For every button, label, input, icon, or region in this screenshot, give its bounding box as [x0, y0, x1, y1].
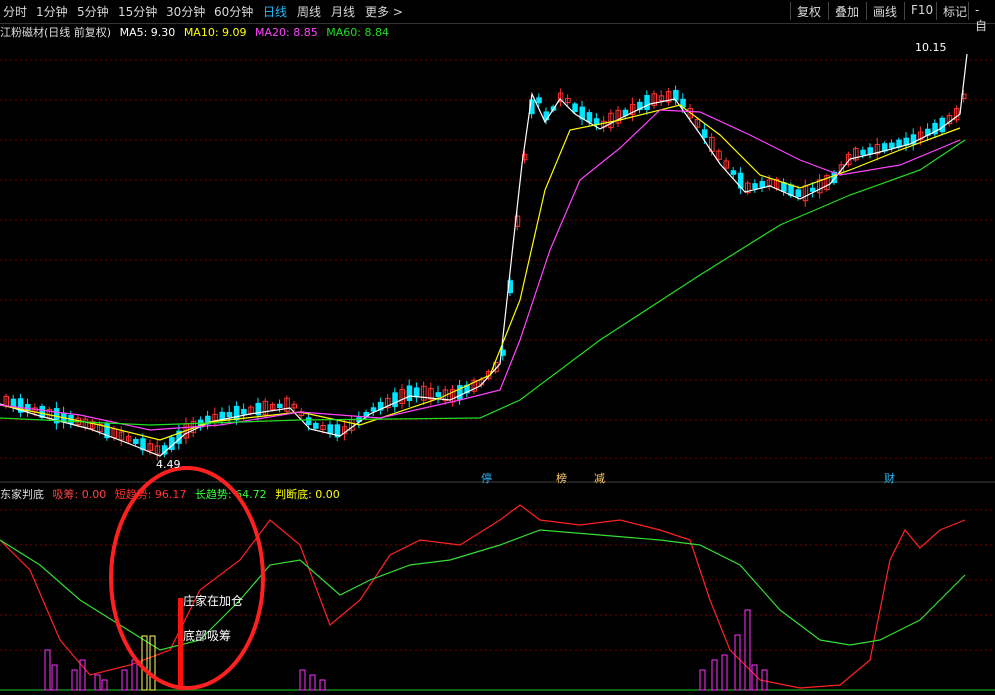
period-tab-more[interactable]: 更多 >: [365, 3, 403, 20]
candle-body: [781, 182, 787, 192]
absorb-bar: [699, 669, 706, 691]
candle-body: [586, 112, 593, 123]
absorb-bar: [94, 674, 101, 691]
candle-body: [939, 117, 945, 133]
candle-body: [305, 417, 312, 425]
candle-body: [435, 392, 441, 398]
candle-body: [413, 387, 420, 398]
candle-body: [701, 129, 708, 138]
event-marker-suspend[interactable]: 停: [481, 470, 492, 486]
absorb-bar: [721, 654, 728, 691]
event-marker-rank[interactable]: 榜: [556, 470, 567, 486]
custom-button[interactable]: -自: [968, 2, 995, 33]
candle-body: [370, 407, 377, 412]
absorb-bar: [121, 669, 128, 691]
long-trend-line: [0, 529, 966, 651]
period-tab-5min[interactable]: 5分钟: [77, 3, 109, 20]
absorb-bar: [309, 674, 316, 691]
candle-body: [795, 189, 801, 198]
period-tab-1min[interactable]: 1分钟: [36, 3, 68, 20]
period-toolbar: 分时 1分钟 5分钟 15分钟 30分钟 60分钟 日线 周线 月线 更多 > …: [0, 0, 995, 33]
period-tab-15min[interactable]: 15分钟: [118, 3, 157, 20]
candle-body: [327, 424, 333, 435]
ma10-line: [0, 104, 961, 441]
period-tab-60min[interactable]: 60分钟: [214, 3, 253, 20]
candle-body: [809, 187, 816, 192]
absorb-bar: [319, 679, 326, 691]
ma20-line: [0, 109, 961, 431]
period-tab-weekly[interactable]: 周线: [297, 3, 321, 20]
candle-body: [593, 118, 600, 126]
adjust-button[interactable]: 复权: [790, 2, 827, 20]
absorb-bar: [299, 669, 306, 691]
absorb-bar: [101, 679, 108, 691]
absorb-bar: [51, 664, 58, 691]
candle-body: [313, 422, 319, 429]
candle-body: [536, 97, 542, 104]
candle-body: [226, 412, 233, 418]
low-price-label: 4.49: [156, 458, 181, 471]
high-price-label: 10.15: [915, 41, 947, 54]
absorb-bar: [711, 659, 718, 691]
event-marker-reduce[interactable]: 减: [594, 470, 605, 486]
candle-body: [233, 405, 240, 421]
candle-body: [572, 103, 578, 113]
candle-body: [241, 408, 247, 415]
chevron-right-icon: >: [392, 5, 403, 19]
more-label: 更多: [365, 5, 390, 19]
period-tab-30min[interactable]: 30分钟: [166, 3, 205, 20]
candle-body: [277, 403, 283, 408]
absorb-bar: [751, 664, 758, 691]
candle-body: [867, 147, 873, 155]
candle-body: [406, 385, 413, 402]
f10-button[interactable]: F10: [904, 2, 939, 20]
overlay-button[interactable]: 叠加: [828, 2, 865, 20]
period-tab-timeshare[interactable]: 分时: [3, 3, 27, 20]
draw-line-button[interactable]: 画线: [866, 2, 903, 20]
signal-label-add: 庄家在加仓: [183, 594, 244, 608]
period-tab-monthly[interactable]: 月线: [331, 3, 355, 20]
event-marker-finance[interactable]: 财: [884, 470, 895, 486]
highlight-circle: [109, 466, 265, 690]
candle-body: [730, 170, 737, 175]
absorb-bar: [71, 669, 78, 691]
absorb-bar: [734, 634, 741, 691]
period-tab-daily[interactable]: 日线: [263, 3, 287, 20]
ma5-line: [0, 53, 968, 457]
candle-body: [752, 183, 758, 190]
kline-chart[interactable]: [0, 23, 995, 695]
signal-label-bottom: 底部吸筹: [183, 629, 232, 643]
candle-body: [759, 180, 765, 188]
short-trend-line: [0, 504, 966, 689]
candle-body: [219, 411, 225, 421]
absorb-bar: [44, 649, 51, 691]
candle-body: [860, 149, 866, 156]
candle-body: [889, 142, 895, 149]
bottom-bar: [141, 635, 148, 691]
candle-body: [644, 94, 650, 111]
ma60-line: [0, 139, 966, 426]
signal-bar: [178, 598, 183, 690]
candle-body: [133, 438, 139, 444]
candle-body: [392, 392, 398, 408]
